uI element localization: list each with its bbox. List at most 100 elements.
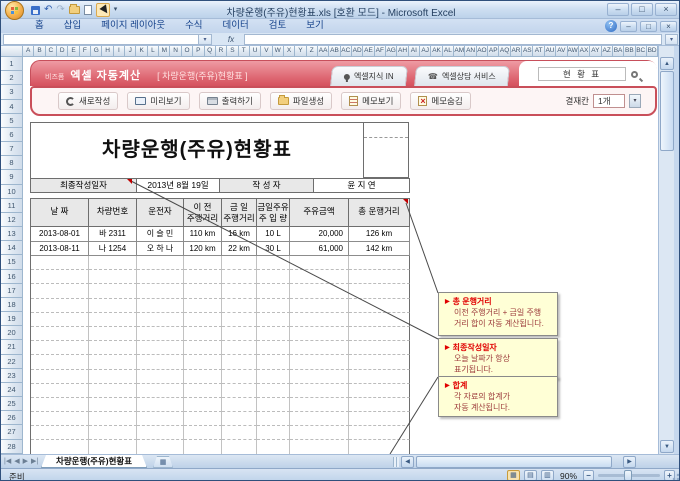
empty-cell[interactable] <box>290 440 349 454</box>
column-header[interactable]: L <box>147 46 160 57</box>
table-header-cell[interactable]: 주유금액 <box>290 199 349 227</box>
empty-cell[interactable] <box>31 341 89 356</box>
vertical-scroll-thumb[interactable] <box>660 71 674 151</box>
zoom-slider-thumb[interactable] <box>624 470 632 480</box>
column-header[interactable]: V <box>261 46 273 57</box>
approval-select[interactable]: 1개 <box>593 94 625 108</box>
empty-cell[interactable] <box>290 383 349 398</box>
empty-cell[interactable] <box>137 440 184 454</box>
empty-cell[interactable] <box>89 326 137 342</box>
empty-cell[interactable] <box>89 256 137 271</box>
empty-cell[interactable] <box>257 284 290 299</box>
empty-cell[interactable] <box>290 284 349 299</box>
empty-cell[interactable] <box>290 355 349 370</box>
document-title[interactable]: 차량운행(주유)현황표 <box>30 122 363 178</box>
scroll-right-icon[interactable]: ▶ <box>623 456 636 468</box>
banner-button[interactable]: 미리보기 <box>127 92 190 110</box>
empty-cell[interactable] <box>31 298 89 313</box>
empty-cell[interactable] <box>349 440 410 454</box>
column-header[interactable]: BA <box>612 46 625 57</box>
ribbon-tab[interactable]: 홈 <box>25 19 54 33</box>
ribbon-tab[interactable]: 페이지 레이아웃 <box>91 19 175 33</box>
empty-cell[interactable] <box>222 383 257 398</box>
column-header[interactable]: Y <box>295 46 307 57</box>
empty-cell[interactable] <box>137 369 184 384</box>
row-header[interactable]: 16 <box>1 269 23 284</box>
row-header[interactable]: 11 <box>1 198 23 213</box>
empty-cell[interactable] <box>290 369 349 384</box>
row-header[interactable]: 12 <box>1 212 23 228</box>
empty-cell[interactable] <box>89 426 137 441</box>
column-header[interactable]: M <box>159 46 171 57</box>
nav-prev-icon[interactable]: ◀ <box>14 456 19 468</box>
comment-marker-icon[interactable] <box>403 199 408 204</box>
column-header[interactable]: Z <box>306 46 318 57</box>
column-header[interactable]: AG <box>386 46 398 57</box>
row-header[interactable]: 5 <box>1 113 23 128</box>
empty-cell[interactable] <box>184 383 222 398</box>
column-header[interactable]: BB <box>624 46 636 57</box>
formula-input[interactable] <box>244 33 662 45</box>
empty-cell[interactable] <box>89 355 137 370</box>
row-header[interactable]: 22 <box>1 354 23 369</box>
column-header[interactable]: N <box>170 46 182 57</box>
row-header[interactable]: 8 <box>1 156 23 171</box>
empty-cell[interactable] <box>290 256 349 271</box>
ribbon-tab[interactable]: 수식 <box>175 19 212 33</box>
row-header[interactable]: 10 <box>1 184 23 199</box>
empty-cell[interactable] <box>31 312 89 327</box>
empty-cell[interactable] <box>257 397 290 413</box>
search-input[interactable]: 현 황 표 <box>538 67 626 81</box>
table-header-cell[interactable]: 금 일 주행거리 <box>222 199 257 227</box>
row-header[interactable]: 27 <box>1 425 23 440</box>
zoom-level[interactable]: 90% <box>560 471 577 481</box>
empty-cell[interactable] <box>290 312 349 327</box>
empty-cell[interactable] <box>31 397 89 413</box>
empty-cell[interactable] <box>184 284 222 299</box>
column-header[interactable]: AJ <box>420 46 432 57</box>
column-header[interactable]: AW <box>567 46 579 57</box>
column-header[interactable]: AH <box>397 46 409 57</box>
empty-cell[interactable] <box>349 355 410 370</box>
column-header[interactable]: AL <box>442 46 455 57</box>
column-header[interactable]: AY <box>590 46 602 57</box>
empty-cell[interactable] <box>184 412 222 427</box>
sheet-tab-active[interactable]: 차량운행(주유)현황표 <box>41 455 147 468</box>
help-icon[interactable]: ? <box>605 20 617 32</box>
table-cell[interactable]: 나 1254 <box>89 241 137 256</box>
empty-cell[interactable] <box>349 326 410 342</box>
empty-cell[interactable] <box>137 383 184 398</box>
banner-button[interactable]: 메모숨김 <box>410 92 471 110</box>
empty-cell[interactable] <box>222 355 257 370</box>
row-header[interactable]: 19 <box>1 312 23 327</box>
table-header-cell[interactable]: 차량번호 <box>89 199 137 227</box>
empty-cell[interactable] <box>222 412 257 427</box>
empty-cell[interactable] <box>222 326 257 342</box>
empty-cell[interactable] <box>31 383 89 398</box>
comment-note[interactable]: ▶ 최종작성일자 오늘 날짜가 항상 표기됩니다. <box>438 338 558 379</box>
column-header[interactable]: J <box>125 46 137 57</box>
empty-cell[interactable] <box>290 298 349 313</box>
row-header[interactable]: 2 <box>1 71 23 86</box>
info-value-cell[interactable]: 윤 지 연 <box>314 179 410 193</box>
empty-cell[interactable] <box>222 256 257 271</box>
sheet-canvas[interactable]: 비즈폼 엑셀 자동계산 [ 차량운행(주유)현황표 ] 엑셀지식 IN ☎ 엑셀상담… <box>23 57 658 454</box>
minimize-button[interactable]: – <box>607 3 629 16</box>
empty-cell[interactable] <box>184 298 222 313</box>
column-header[interactable]: AS <box>522 46 534 57</box>
empty-cell[interactable] <box>349 383 410 398</box>
empty-cell[interactable] <box>31 270 89 285</box>
ribbon-tab[interactable]: 데이터 <box>213 19 259 33</box>
table-cell[interactable]: 110 km <box>184 227 222 242</box>
empty-cell[interactable] <box>184 369 222 384</box>
empty-cell[interactable] <box>137 355 184 370</box>
column-header[interactable]: AC <box>340 46 352 57</box>
column-header[interactable]: A <box>23 46 35 57</box>
empty-cell[interactable] <box>257 355 290 370</box>
column-header[interactable]: AZ <box>601 46 613 57</box>
table-header-cell[interactable]: 운전자 <box>137 199 184 227</box>
table-cell[interactable]: 오 하 나 <box>137 241 184 256</box>
comment-marker-icon[interactable] <box>127 179 132 184</box>
banner-button[interactable]: 메모보기 <box>341 92 402 110</box>
column-header[interactable]: AT <box>533 46 545 57</box>
